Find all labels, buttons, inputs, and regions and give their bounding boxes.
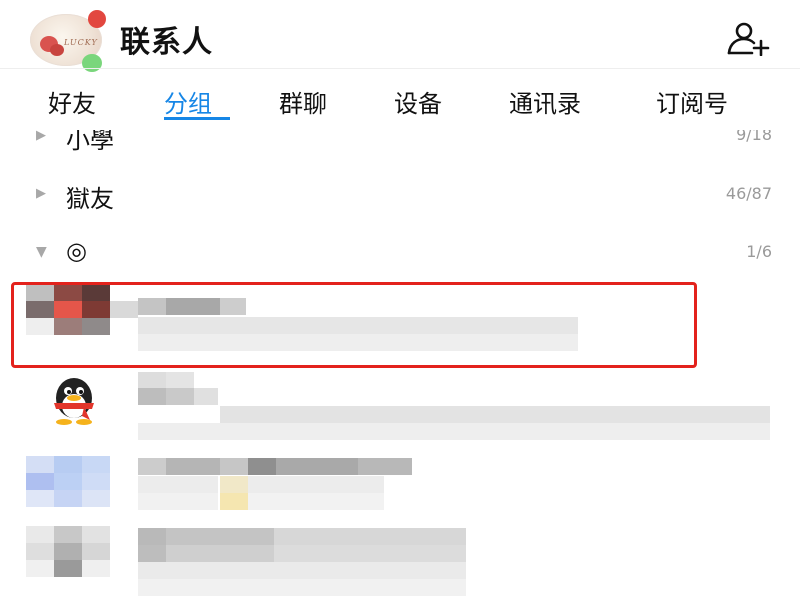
- pixelation-block: [54, 490, 82, 507]
- group-row-partial[interactable]: ▶ 小學 9/18: [0, 130, 800, 152]
- pixelation-block: [194, 388, 218, 405]
- group-name: 獄友: [66, 185, 114, 213]
- page-title: 联系人: [120, 25, 213, 60]
- pixelation-block: [82, 490, 110, 507]
- group-row[interactable]: ▶ 獄友 46/87: [0, 170, 800, 220]
- tab-friends[interactable]: 好友: [48, 84, 96, 119]
- contact-row[interactable]: [0, 456, 800, 516]
- contact-row[interactable]: [0, 370, 800, 450]
- collapse-arrow-icon: ▶: [36, 186, 46, 201]
- add-contact-icon[interactable]: [724, 20, 772, 57]
- pixelation-block: [166, 372, 194, 389]
- pixelation-block: [358, 458, 412, 475]
- pixelation-block: [138, 545, 166, 562]
- pixelation-block: [54, 473, 82, 490]
- pixelation-block: [82, 456, 110, 473]
- pixelation-block: [248, 476, 384, 493]
- pixelation-block: [138, 493, 218, 510]
- pixelation-block: [82, 526, 110, 543]
- pixelation-block: [26, 473, 54, 490]
- contact-avatar: [26, 526, 110, 596]
- pixelation-block: [166, 528, 274, 545]
- contact-avatar: [26, 456, 110, 526]
- pixelation-block: [166, 458, 220, 475]
- penguin-avatar-icon: [40, 376, 108, 426]
- pixelation-block: [138, 579, 466, 596]
- collapse-arrow-icon: ▶: [36, 130, 46, 143]
- group-count: 1/6: [746, 242, 772, 261]
- pixelation-block: [138, 423, 770, 440]
- pixelation-block: [138, 562, 466, 579]
- pixelation-block: [220, 406, 770, 423]
- avatar-decoration: [88, 10, 106, 28]
- pixelation-block: [82, 560, 110, 577]
- pixelation-block: [26, 490, 54, 507]
- pixelation-block: [26, 456, 54, 473]
- pixelation-block: [26, 560, 54, 577]
- pixelation-block: [138, 476, 218, 493]
- pixelation-block: [26, 543, 54, 560]
- pixelation-block: [248, 458, 276, 475]
- pixelation-block: [54, 456, 82, 473]
- header-divider: [0, 68, 800, 69]
- tab-address-book[interactable]: 通讯录: [509, 84, 581, 119]
- tab-subscriptions[interactable]: 订阅号: [656, 84, 728, 119]
- avatar-logo-lettering: LUCKY: [64, 38, 98, 47]
- pixelation-block: [220, 476, 248, 493]
- pixelation-block: [138, 388, 166, 405]
- pixelation-block: [82, 473, 110, 490]
- group-name: ◎: [66, 237, 87, 265]
- tab-group-chats[interactable]: 群聊: [279, 84, 327, 119]
- highlight-box: [11, 282, 697, 368]
- pixelation-block: [54, 560, 82, 577]
- pixelation-block: [138, 372, 166, 389]
- active-tab-indicator: [164, 117, 230, 120]
- pixelation-block: [276, 458, 358, 475]
- group-name: 小學: [66, 130, 114, 152]
- pixelation-block: [138, 528, 166, 545]
- pixelation-block: [248, 493, 384, 510]
- group-row-expanded[interactable]: ▼ ◎ 1/6: [0, 228, 800, 278]
- pixelation-block: [138, 458, 166, 475]
- header-bar: LUCKY 联系人: [0, 0, 800, 72]
- tab-bar: 好友 分组 群聊 设备 通讯录 订阅号: [0, 70, 800, 130]
- group-count: 9/18: [736, 130, 772, 144]
- contact-row[interactable]: [0, 526, 800, 600]
- cherry-graphic: [50, 44, 64, 56]
- tab-groups[interactable]: 分组: [164, 84, 212, 119]
- pixelation-block: [54, 526, 82, 543]
- pixelation-block: [82, 543, 110, 560]
- pixelation-block: [274, 528, 466, 545]
- tab-devices[interactable]: 设备: [394, 84, 442, 119]
- pixelation-block: [26, 526, 54, 543]
- pixelation-block: [166, 545, 274, 562]
- user-avatar[interactable]: LUCKY: [30, 10, 106, 72]
- group-row: ▶ 小學 9/18: [0, 130, 800, 152]
- pixelation-block: [274, 545, 466, 562]
- pixelation-block: [220, 458, 248, 475]
- expand-arrow-icon: ▼: [36, 244, 47, 260]
- pixelation-block: [166, 388, 194, 405]
- group-count: 46/87: [725, 184, 772, 203]
- pixelation-block: [220, 493, 248, 510]
- pixelation-block: [54, 543, 82, 560]
